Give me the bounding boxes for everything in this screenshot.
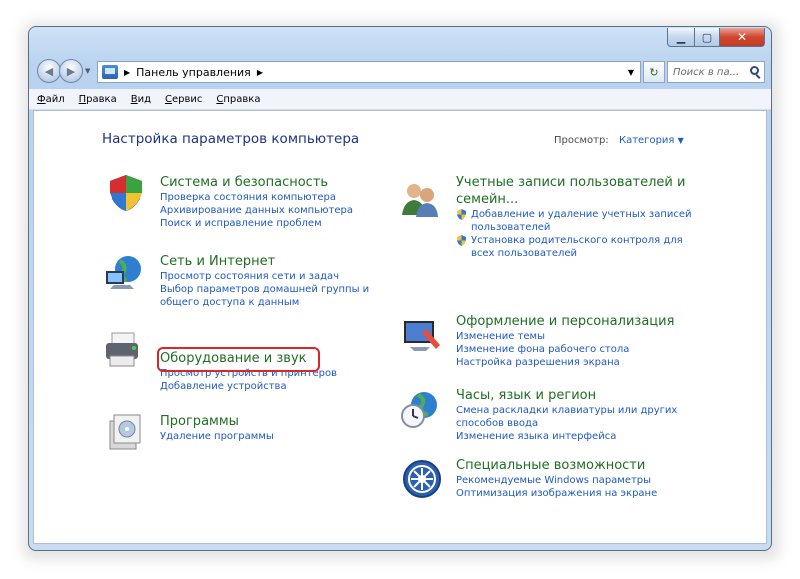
category-user-accounts: Учетные записи пользователей и семейн...… <box>456 174 692 260</box>
uac-shield-icon <box>457 235 466 246</box>
view-by-value: Категория <box>619 135 675 146</box>
page-title: Настройка параметров компьютера <box>102 131 360 147</box>
minimize-button[interactable]: ▁ <box>667 28 695 47</box>
user-accounts-link[interactable]: Учетные записи пользователей и <box>456 174 692 191</box>
menu-bar: Файл Правка Вид Сервис Справка <box>29 89 771 110</box>
maximize-button[interactable]: ▢ <box>695 28 720 47</box>
change-background-link[interactable]: Изменение фона рабочего стола <box>456 343 674 356</box>
programs-icon <box>109 414 141 450</box>
menu-view[interactable]: Вид <box>131 94 151 105</box>
change-display-language-link[interactable]: Изменение языка интерфейса <box>456 430 677 443</box>
network-status-link[interactable]: Просмотр состояния сети и задач <box>160 270 369 283</box>
category-system-security: Система и безопасность Проверка состояни… <box>160 174 353 230</box>
breadcrumb-separator-icon[interactable]: ▶ <box>124 68 130 77</box>
refresh-button[interactable]: ↻ <box>643 61 665 83</box>
chevron-down-icon: ▼ <box>677 136 684 145</box>
clock-language-link[interactable]: Часы, язык и регион <box>456 387 677 404</box>
refresh-icon: ↻ <box>649 65 659 79</box>
search-placeholder: Поиск в па... <box>673 66 740 78</box>
category-ease-of-access: Специальные возможности Рекомендуемые Wi… <box>456 457 657 500</box>
main-content: Настройка параметров компьютера Просмотр… <box>33 110 767 544</box>
forward-button[interactable]: ▶ <box>59 59 83 83</box>
arrow-right-icon: ▶ <box>66 64 76 78</box>
recent-pages-dropdown[interactable]: ▼ <box>85 67 90 75</box>
system-security-link[interactable]: Система и безопасность <box>160 174 353 191</box>
network-globe-icon <box>106 256 141 289</box>
parental-controls-link[interactable]: Установка родительского контроля для <box>456 234 692 247</box>
minimize-icon: ▁ <box>676 30 686 44</box>
arrow-left-icon: ◀ <box>44 64 54 78</box>
ease-of-access-link[interactable]: Специальные возможности <box>456 457 657 474</box>
category-clock-language: Часы, язык и регион Смена раскладки клав… <box>456 387 677 443</box>
troubleshoot-link[interactable]: Поиск и исправление проблем <box>160 217 353 230</box>
add-device-link[interactable]: Добавление устройства <box>160 380 337 393</box>
clock-globe-icon <box>401 392 437 428</box>
address-bar[interactable]: ▶ Панель управления ▶ ▼ <box>97 61 641 83</box>
homegroup-options-link[interactable]: Выбор параметров домашней группы и <box>160 283 369 296</box>
breadcrumb-control-panel[interactable]: Панель управления <box>136 66 251 79</box>
window-controls: ▁ ▢ ✕ <box>667 28 765 47</box>
breadcrumb-separator-icon[interactable]: ▶ <box>257 68 263 77</box>
uac-shield-icon <box>457 209 466 220</box>
add-remove-accounts-link[interactable]: Добавление и удаление учетных записей <box>456 208 692 221</box>
change-keyboard-link-line2[interactable]: способов ввода <box>456 417 677 430</box>
category-network: Сеть и Интернет Просмотр состояния сети … <box>160 253 369 309</box>
search-box[interactable]: Поиск в па... <box>667 61 765 83</box>
search-icon[interactable] <box>750 66 759 75</box>
close-button[interactable]: ✕ <box>720 28 765 47</box>
category-programs: Программы Удаление программы <box>160 413 274 443</box>
menu-help[interactable]: Справка <box>216 94 260 105</box>
parental-controls-link-line2[interactable]: всех пользователей <box>456 247 692 260</box>
uninstall-program-link[interactable]: Удаление программы <box>160 430 274 443</box>
menu-file[interactable]: Файл <box>37 94 65 105</box>
view-by-label: Просмотр: <box>554 135 609 146</box>
recommended-settings-link[interactable]: Рекомендуемые Windows параметры <box>456 474 657 487</box>
close-icon: ✕ <box>736 30 748 44</box>
hardware-highlight-box <box>157 347 320 372</box>
check-computer-status-link[interactable]: Проверка состояния компьютера <box>160 191 353 204</box>
menu-tools[interactable]: Сервис <box>165 94 202 105</box>
menu-edit[interactable]: Правка <box>79 94 117 105</box>
maximize-icon: ▢ <box>701 30 713 44</box>
appearance-icon <box>404 321 440 351</box>
screen-resolution-link[interactable]: Настройка разрешения экрана <box>456 356 674 369</box>
optimize-display-link[interactable]: Оптимизация изображения на экране <box>456 487 657 500</box>
homegroup-options-link-line2[interactable]: общего доступа к данным <box>160 296 369 309</box>
user-accounts-icon <box>402 184 438 217</box>
programs-link[interactable]: Программы <box>160 413 274 430</box>
change-theme-link[interactable]: Изменение темы <box>456 330 674 343</box>
back-button[interactable]: ◀ <box>37 59 61 83</box>
navigation-bar: ◀ ▶ ▼ ▶ Панель управления ▶ ▼ ↻ Поиск в … <box>29 57 771 87</box>
address-dropdown-icon[interactable]: ▼ <box>628 68 634 77</box>
add-remove-accounts-link-line2[interactable]: пользователей <box>456 221 692 234</box>
backup-link[interactable]: Архивирование данных компьютера <box>160 204 353 217</box>
view-by-dropdown[interactable]: Категория ▼ <box>619 135 684 146</box>
network-internet-link[interactable]: Сеть и Интернет <box>160 253 369 270</box>
security-shield-icon <box>110 175 142 211</box>
appearance-link[interactable]: Оформление и персонализация <box>456 313 674 330</box>
category-appearance: Оформление и персонализация Изменение те… <box>456 313 674 369</box>
control-panel-window: ▁ ▢ ✕ ◀ ▶ ▼ ▶ Панель управления ▶ ▼ ↻ По… <box>28 26 772 551</box>
ease-of-access-icon <box>403 460 441 498</box>
printer-icon <box>106 332 138 367</box>
title-bar[interactable]: ▁ ▢ ✕ <box>29 27 771 55</box>
control-panel-icon <box>102 65 118 79</box>
change-keyboard-link[interactable]: Смена раскладки клавиатуры или других <box>456 404 677 417</box>
user-accounts-link-line2[interactable]: семейн... <box>456 191 692 208</box>
